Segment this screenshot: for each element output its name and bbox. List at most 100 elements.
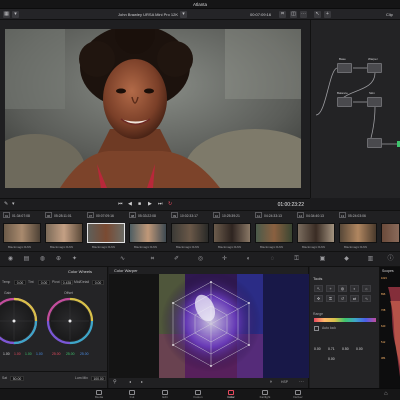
options-icon[interactable]: ⋯ (299, 379, 304, 385)
tool-value[interactable]: 0.00 (314, 347, 321, 351)
node-add-icon[interactable]: + (324, 11, 331, 18)
clip-thumbnail[interactable] (297, 223, 335, 243)
page-tab-media[interactable]: Media (84, 389, 114, 400)
clip-thumbnail[interactable] (213, 223, 251, 243)
page-tab-edit[interactable]: Edit (150, 389, 180, 400)
pen-tool-icon[interactable]: ✎ (4, 201, 10, 208)
play-icon[interactable]: ▶ (148, 201, 152, 207)
tool-sat-icon[interactable]: ◐ (350, 285, 359, 292)
tool-select-icon[interactable]: ↖ (314, 285, 323, 292)
pointer-tool-icon[interactable]: ↖ (314, 11, 321, 18)
home-icon[interactable]: ⌂ (384, 391, 388, 397)
clip-thumbnail[interactable] (45, 223, 83, 243)
clip-thumbnail[interactable] (3, 223, 41, 243)
color-picker-icon[interactable]: ◑ (269, 379, 272, 385)
tint-field[interactable]: 0.00 (38, 280, 50, 285)
color-wheels-icon[interactable]: ◍ (38, 255, 47, 264)
node-output[interactable] (367, 138, 382, 148)
key-icon[interactable]: ⚿ (292, 255, 301, 264)
page-tab-fusion[interactable]: Fusion (183, 389, 213, 400)
reverse-play-icon[interactable]: ◀ (128, 201, 132, 207)
jump-end-icon[interactable]: ⏭ (158, 201, 163, 207)
offset-r[interactable]: 25.00 (52, 352, 61, 356)
scope-toggle-icon[interactable]: ▥ (366, 255, 375, 264)
offset-wheel (46, 297, 94, 345)
qualifier-icon[interactable]: ✐ (172, 255, 181, 264)
wheels-graphic[interactable] (0, 296, 108, 348)
gallery-icon[interactable]: ⌗ (279, 11, 286, 18)
offset-b[interactable]: 25.00 (80, 352, 89, 356)
tool-invert-icon[interactable]: ⇄ (350, 295, 359, 302)
tracker-icon[interactable]: ✛ (220, 255, 229, 264)
info-icon[interactable]: ⓘ (386, 255, 395, 264)
node-skin[interactable] (367, 97, 382, 107)
page-tab-color[interactable]: Color (216, 389, 246, 400)
color-warper-icon[interactable]: ⌗ (148, 255, 157, 264)
tool-lum-icon[interactable]: ☼ (362, 285, 371, 292)
rgb-mixer-icon[interactable]: ⊕ (54, 255, 63, 264)
next-icon[interactable]: ▸ (141, 379, 143, 384)
lum-mix-field[interactable]: 100.00 (91, 376, 106, 381)
stop-icon[interactable]: ■ (138, 201, 141, 207)
gain-wheel (0, 297, 38, 345)
tool-reset-icon[interactable]: ↺ (338, 295, 347, 302)
sizing-icon[interactable]: ▣ (318, 255, 327, 264)
clip-thumbnail[interactable] (339, 223, 377, 243)
tool-lock-icon[interactable]: ⚿ (326, 295, 335, 302)
tool-smooth-icon[interactable]: ∿ (362, 295, 371, 302)
viewer-image[interactable] (5, 29, 301, 188)
camera-dropdown-icon[interactable]: ▾ (180, 11, 187, 18)
clip-thumbnail[interactable] (381, 223, 400, 243)
clip-thumbnail[interactable] (255, 223, 293, 243)
page-tab-cut[interactable]: Cut (117, 389, 147, 400)
3d-icon[interactable]: ◆ (342, 255, 351, 264)
pivot-field[interactable]: 0.435 (61, 280, 73, 285)
motion-effects-icon[interactable]: ✦ (70, 255, 79, 264)
color-match-icon[interactable]: ▤ (22, 255, 31, 264)
viewer-layout-icon[interactable]: ▦ (3, 11, 10, 18)
window-icon[interactable]: ◎ (196, 255, 205, 264)
camera-raw-icon[interactable]: ◉ (6, 255, 15, 264)
page-tab-fairlight[interactable]: Fairlight (250, 389, 280, 400)
tool-hue-icon[interactable]: ◍ (338, 285, 347, 292)
loop-icon[interactable]: ↻ (168, 201, 172, 207)
node-editor[interactable]: Base Warper Balance Skin (310, 20, 400, 198)
auto-lock-checkbox[interactable] (314, 326, 319, 331)
dropdown-icon[interactable]: ▾ (12, 201, 15, 207)
lum-mix-label: Lum Mix (75, 376, 88, 380)
clip-thumbnail-selected[interactable] (87, 223, 125, 243)
tool-pin-icon[interactable]: + (326, 285, 335, 292)
offset-g[interactable]: 25.00 (66, 352, 75, 356)
scopes-panel[interactable]: Scopes 1023 896 768 640 512 384 (380, 267, 400, 388)
page-tab-deliver[interactable]: Deliver (283, 389, 313, 400)
zoom-dropdown-icon[interactable]: ▾ (12, 11, 19, 18)
tool-value[interactable]: 0.00 (356, 347, 363, 351)
node-balance[interactable] (337, 97, 352, 107)
clip-thumbnail[interactable] (129, 223, 167, 243)
warper-grid[interactable] (109, 274, 309, 378)
tool-value[interactable]: 0.50 (342, 347, 349, 351)
pin-icon[interactable]: ⚲ (113, 379, 117, 385)
gain-y[interactable]: 1.00 (3, 352, 10, 356)
gain-b[interactable]: 1.00 (36, 352, 43, 356)
range-hue-bar[interactable] (314, 318, 376, 322)
magic-mask-icon[interactable]: ◐ (244, 255, 253, 264)
curves-icon[interactable]: ∿ (118, 255, 127, 264)
gain-g[interactable]: 1.00 (25, 352, 32, 356)
gain-r[interactable]: 1.00 (14, 352, 21, 356)
temp-field[interactable]: 0.00 (14, 280, 26, 285)
tool-drag-icon[interactable]: ✥ (314, 295, 323, 302)
blur-icon[interactable]: ◌ (268, 255, 277, 264)
tool-value[interactable]: 0.71 (328, 347, 335, 351)
viewer-menu-icon[interactable]: ⋯ (300, 11, 307, 18)
mid-detail-field[interactable]: 0.00 (92, 280, 104, 285)
tool-value[interactable]: 0.00 (328, 357, 335, 361)
jump-start-icon[interactable]: ⏮ (118, 201, 123, 207)
prev-icon[interactable]: ◂ (129, 379, 131, 384)
node-warper[interactable] (367, 63, 382, 73)
node-base[interactable] (337, 63, 352, 73)
clip-thumbnail[interactable] (171, 223, 209, 243)
sat-field[interactable]: 50.00 (10, 376, 24, 381)
split-wipe-icon[interactable]: ◫ (290, 11, 297, 18)
tint-label: Tint (28, 280, 34, 284)
